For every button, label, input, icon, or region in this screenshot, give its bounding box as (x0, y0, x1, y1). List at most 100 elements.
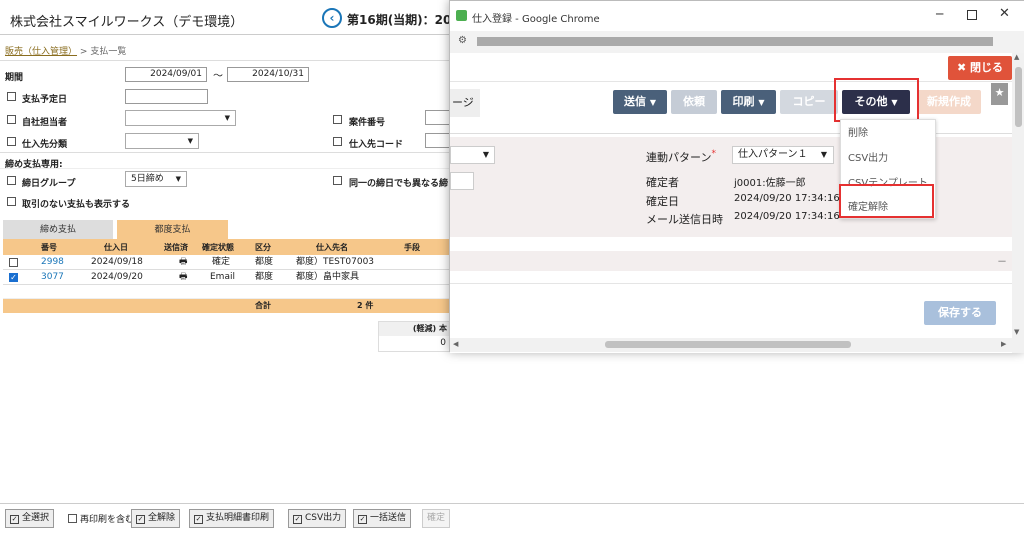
supplier-code-checkbox[interactable] (333, 137, 342, 146)
show-no-tx-checkbox[interactable] (7, 197, 16, 206)
period-from-input[interactable]: 2024/09/01 (125, 67, 207, 82)
minimize-icon[interactable]: ─ (936, 7, 943, 21)
scroll-right-icon[interactable]: ▶ (1001, 340, 1006, 348)
menu-item-delete[interactable]: 削除 (848, 124, 868, 139)
confirmer-value: j0001:佐藤一郎 (734, 178, 806, 189)
scroll-thumb[interactable] (605, 341, 851, 348)
bulk-send-button[interactable]: ✓ 一括送信 (353, 509, 412, 528)
staff-checkbox[interactable] (7, 115, 16, 124)
include-reprint-label: 再印刷を含む (80, 515, 135, 525)
left-select[interactable]: ▼ (450, 146, 495, 164)
period-back-icon[interactable]: ‹ (322, 8, 342, 28)
row-checkbox[interactable]: ✓ (9, 273, 18, 282)
check-icon: ✓ (136, 515, 145, 524)
bookmark-star-icon[interactable]: ★ (991, 83, 1008, 105)
menu-item-csv-output[interactable]: CSV出力 (848, 149, 888, 164)
breadcrumb-root[interactable]: 販売（仕入管理） (5, 47, 77, 57)
row-supplier: 都度）畠中家具 (296, 272, 360, 282)
pay-date-checkbox[interactable] (7, 92, 16, 101)
maximize-icon[interactable] (967, 10, 977, 20)
supplier-code-input[interactable] (425, 133, 450, 148)
chevron-down-icon: ▼ (649, 98, 656, 107)
row-checkbox[interactable] (9, 258, 18, 267)
table-row[interactable]: 2998 2024/09/18 🖶 確定 都度 都度）TEST07003 (3, 255, 450, 270)
row-kubun: 都度 (255, 257, 274, 267)
row-number-link[interactable]: 2998 (41, 255, 64, 269)
case-no-input[interactable] (425, 110, 450, 125)
confirm-date-value: 2024/09/20 17:34:16 (734, 193, 840, 204)
closing-group-label: 締日グループ (22, 179, 76, 189)
chevron-down-icon: ▼ (224, 114, 230, 122)
pattern-label: 連動パターン* (646, 149, 716, 165)
include-reprint-checkbox[interactable] (68, 514, 77, 523)
scroll-up-icon[interactable]: ▲ (1014, 53, 1019, 61)
col-date: 仕入日 (104, 243, 128, 252)
closing-group-select[interactable]: 5日締め ▼ (125, 171, 187, 187)
pattern-value: 仕入パターン１ (738, 149, 808, 160)
confirm-date-label: 確定日 (646, 195, 679, 208)
confirm-button[interactable]: 確定 (422, 509, 451, 528)
purchase-entry-window: 仕入登録 - Google Chrome ─ ✕ ⚙ ✖ 閉じる ージ 送信 ▼… (449, 0, 1024, 353)
chevron-down-icon: ▼ (175, 175, 181, 183)
total-count: 2 件 (357, 301, 374, 310)
partial-tab[interactable]: ージ (450, 89, 480, 117)
select-all-label: 全選択 (22, 513, 50, 523)
left-input[interactable] (450, 172, 474, 190)
request-button[interactable]: 依頼 (671, 90, 717, 114)
breadcrumb-current: 支払一覧 (90, 47, 127, 57)
chevron-down-icon: ▼ (187, 137, 193, 145)
staff-label: 自社担当者 (22, 118, 68, 128)
period-to-input[interactable]: 2024/10/31 (227, 67, 309, 82)
tab-each[interactable]: 都度支払 (117, 220, 228, 240)
divider (0, 168, 450, 169)
total-row: 合計 2 件 (3, 299, 450, 313)
close-popup-button[interactable]: ✖ 閉じる (948, 56, 1012, 80)
col-sent: 送信済 (164, 243, 188, 252)
case-no-checkbox[interactable] (333, 115, 342, 124)
supplier-class-select[interactable]: ▼ (125, 133, 199, 149)
printer-icon: 🖶 (179, 257, 188, 267)
table-header: 番号 仕入日 送信済 確定状態 区分 仕入先名 手段 (3, 241, 450, 255)
pattern-select[interactable]: 仕入パターン１ ▼ (732, 146, 834, 164)
collapse-icon[interactable]: － (997, 253, 1007, 268)
horizontal-scrollbar[interactable]: ◀ ▶ (450, 338, 1012, 352)
close-popup-label: 閉じる (970, 61, 1004, 74)
print-detail-button[interactable]: ✓ 支払明細書印刷 (189, 509, 275, 528)
staff-select[interactable]: ▼ (125, 110, 236, 126)
select-all-button[interactable]: ✓ 全選択 (5, 509, 55, 528)
col-status: 確定状態 (202, 243, 234, 252)
row-status: Email (210, 272, 235, 282)
send-button[interactable]: 送信 ▼ (613, 90, 667, 114)
close-window-icon[interactable]: ✕ (999, 6, 1010, 21)
closing-group-checkbox[interactable] (7, 176, 16, 185)
vertical-scrollbar[interactable]: ▲ ▼ (1012, 53, 1024, 353)
check-icon: ✓ (10, 515, 19, 524)
required-mark: * (711, 149, 716, 159)
scroll-thumb[interactable] (1015, 67, 1022, 127)
mail-date-value: 2024/09/20 17:34:16 (734, 211, 840, 222)
pay-date-input[interactable] (125, 89, 208, 104)
scroll-down-icon[interactable]: ▼ (1014, 328, 1019, 336)
scroll-left-icon[interactable]: ◀ (453, 340, 458, 348)
new-button[interactable]: 新規作成 (917, 90, 981, 114)
confirmer-label: 確定者 (646, 176, 679, 189)
supplier-class-checkbox[interactable] (7, 137, 16, 146)
csv-output-button[interactable]: ✓ CSV出力 (288, 509, 347, 528)
copy-button[interactable]: コピー (780, 90, 838, 114)
address-bar[interactable]: ⚙ (450, 31, 1024, 53)
table-spacer (3, 285, 450, 299)
save-button[interactable]: 保存する (924, 301, 996, 325)
pay-date-label: 支払予定日 (22, 95, 68, 105)
print-button[interactable]: 印刷 ▼ (721, 90, 776, 114)
total-label: 合計 (255, 301, 271, 310)
supplier-code-label: 仕入先コード (349, 140, 404, 150)
table-row[interactable]: ✓ 3077 2024/09/20 🖶 Email 都度 都度）畠中家具 (3, 270, 450, 285)
deselect-all-button[interactable]: ✓ 全解除 (131, 509, 181, 528)
popup-content: ✖ 閉じる ージ 送信 ▼ 依頼 印刷 ▼ コピー その他 ▼ 新規作成 ★ ▼… (450, 53, 1012, 353)
row-number-link[interactable]: 3077 (41, 270, 64, 284)
same-day-checkbox[interactable] (333, 176, 342, 185)
breadcrumb-separator: > (79, 47, 88, 57)
mail-date-label: メール送信日時 (646, 213, 723, 226)
site-settings-icon[interactable]: ⚙ (458, 35, 467, 46)
tab-closing[interactable]: 締め支払 (3, 220, 113, 240)
